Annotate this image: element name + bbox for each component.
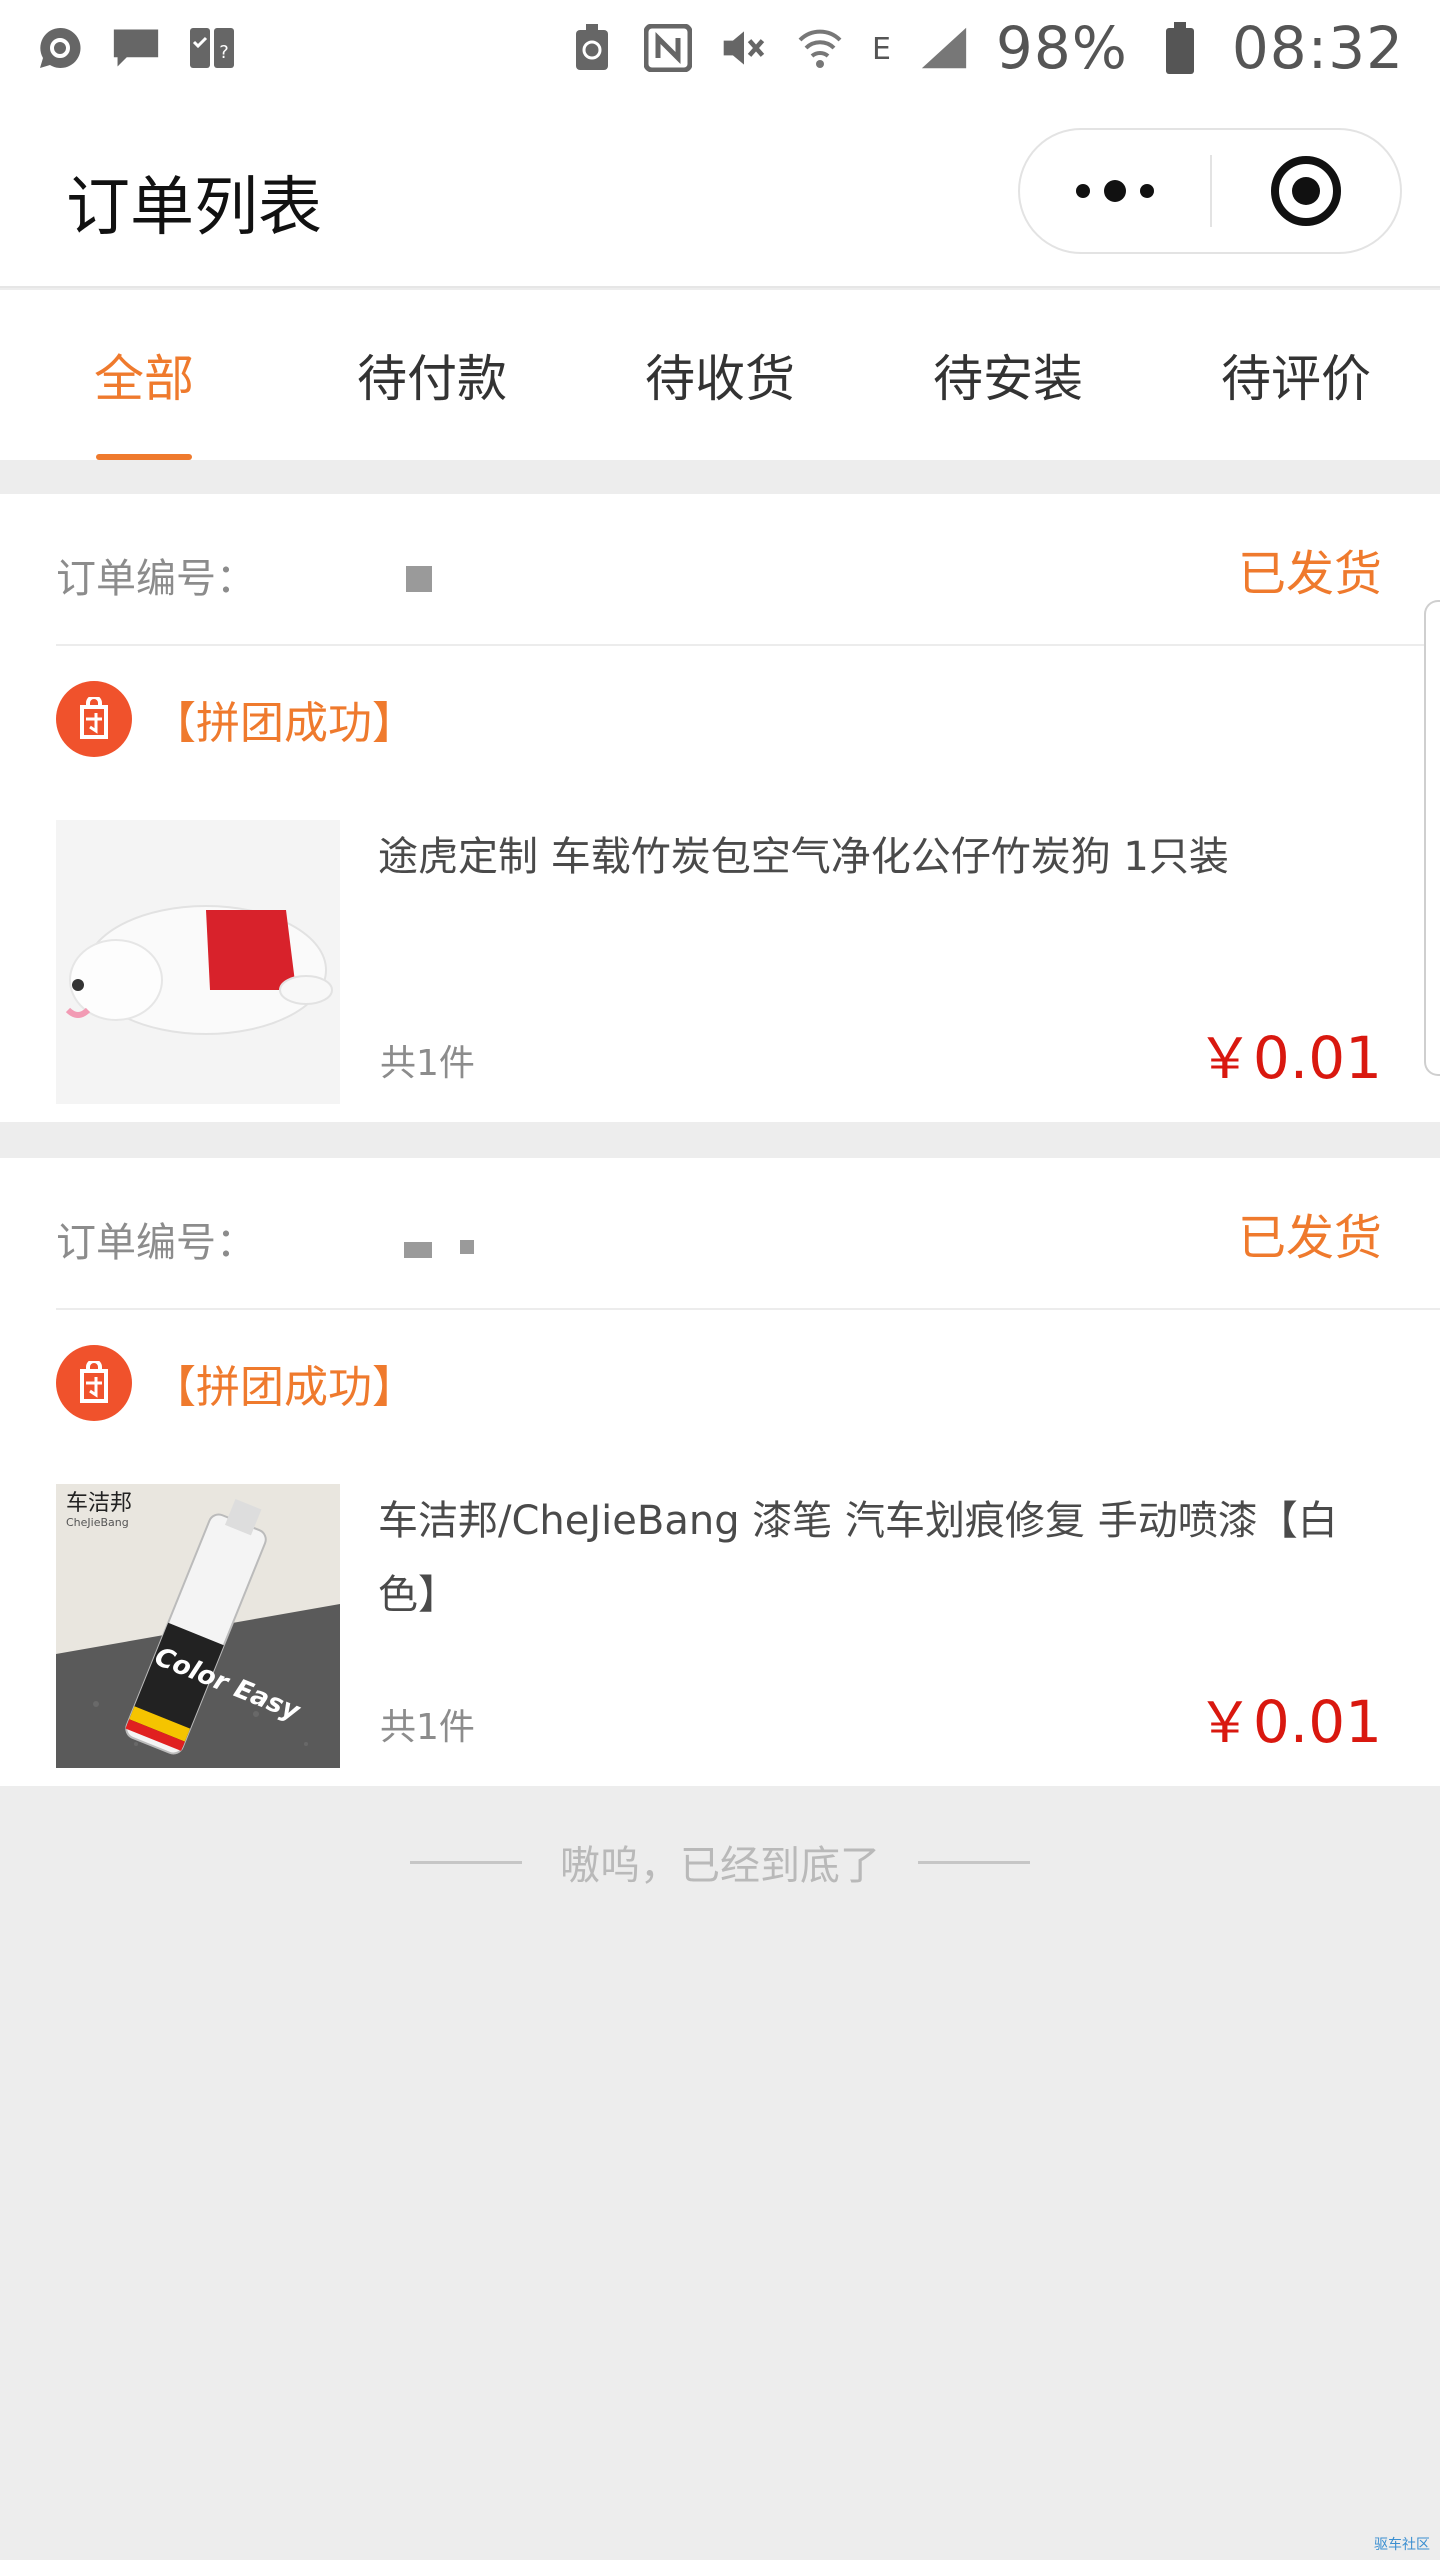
currency-symbol: ￥	[1196, 1027, 1253, 1092]
product-title: 途虎定制 车载竹炭包空气净化公仔竹炭狗 1只装	[378, 834, 1229, 880]
page-title: 订单列表	[66, 171, 322, 245]
order-header: 订单编号： 已发货	[56, 1158, 1440, 1310]
tab-all[interactable]: 全部	[0, 290, 288, 460]
status-bar-right: E 98% 08:32	[568, 14, 1404, 82]
order-card[interactable]: 订单编号： 已发货 【拼团成功】 车洁邦 CheJieBang Color Ea…	[0, 1158, 1440, 1786]
side-drawer-handle[interactable]	[1424, 600, 1440, 1076]
tab-pending-receipt[interactable]: 待收货	[576, 290, 864, 460]
product-title: 车洁邦/CheJieBang 漆笔 汽车划痕修复 手动喷漆【白色】	[378, 1498, 1338, 1618]
group-buy-icon	[56, 681, 132, 757]
order-header: 订单编号： 已发货	[56, 494, 1440, 646]
price-value: 0.01	[1252, 1024, 1382, 1092]
price: ￥0.01	[1197, 1678, 1382, 1759]
order-status: 已发货	[1237, 1210, 1382, 1266]
redacted-order-number	[460, 1240, 474, 1254]
group-status-row: 【拼团成功】	[56, 1338, 416, 1428]
paint-pen-image: 车洁邦 CheJieBang Color Easy	[56, 1484, 340, 1768]
message-icon	[112, 24, 160, 72]
more-dots-icon[interactable]	[1020, 130, 1210, 252]
clock: 08:32	[1231, 14, 1404, 82]
redacted-order-number	[404, 1242, 432, 1258]
end-of-list: 嗷呜，已经到底了	[0, 1830, 1440, 1894]
task-check-icon: ?	[188, 24, 236, 72]
chat-bubble-icon	[36, 24, 84, 72]
battery-saver-icon	[568, 24, 616, 72]
battery-percent: 98%	[995, 14, 1128, 82]
wifi-icon	[796, 24, 844, 72]
signal-icon	[920, 24, 968, 72]
tab-pending-review[interactable]: 待评价	[1152, 290, 1440, 460]
watermark: 驱车社区	[1374, 2537, 1430, 2553]
svg-text:?: ?	[219, 42, 229, 63]
group-status-label: 【拼团成功】	[152, 698, 416, 749]
nfc-icon	[643, 24, 692, 72]
price-value: 0.01	[1252, 1688, 1382, 1756]
price: ￥0.01	[1197, 1014, 1382, 1095]
order-card[interactable]: 订单编号： 已发货 【拼团成功】 途虎定制 车载竹炭包空气净化公仔竹炭狗 1只装…	[0, 494, 1440, 1122]
status-bar: ? E 98% 08:32	[0, 0, 1440, 96]
group-buy-icon	[56, 1345, 132, 1421]
brand-logo-text-en: CheJieBang	[66, 1516, 129, 1529]
currency-symbol: ￥	[1196, 1691, 1253, 1756]
quantity: 共1件	[380, 1043, 475, 1084]
order-tabs: 全部 待付款 待收货 待安装 待评价	[0, 290, 1440, 460]
mini-program-capsule	[1018, 128, 1402, 254]
network-type: E	[871, 32, 892, 67]
nav-bar: 订单列表	[0, 96, 1440, 288]
order-status: 已发货	[1237, 546, 1382, 602]
order-number-label: 订单编号：	[56, 556, 256, 602]
order-number-label: 订单编号：	[56, 1220, 256, 1266]
divider-line	[410, 1860, 522, 1864]
tab-pending-install[interactable]: 待安装	[864, 290, 1152, 460]
status-bar-left: ?	[36, 24, 236, 72]
divider-line	[918, 1860, 1030, 1864]
end-of-list-text: 嗷呜，已经到底了	[560, 1843, 880, 1889]
product-image[interactable]	[56, 820, 340, 1104]
product-image[interactable]: 车洁邦 CheJieBang Color Easy	[56, 1484, 340, 1768]
tab-pending-payment[interactable]: 待付款	[288, 290, 576, 460]
mute-icon	[720, 24, 768, 72]
group-status-row: 【拼团成功】	[56, 674, 416, 764]
redacted-order-number	[406, 566, 432, 592]
group-status-label: 【拼团成功】	[152, 1362, 416, 1413]
bamboo-charcoal-dog-image	[56, 820, 340, 1104]
target-close-icon[interactable]	[1212, 130, 1400, 252]
brand-logo-text: 车洁邦	[66, 1491, 132, 1516]
battery-icon	[1156, 22, 1204, 74]
quantity: 共1件	[380, 1707, 475, 1748]
